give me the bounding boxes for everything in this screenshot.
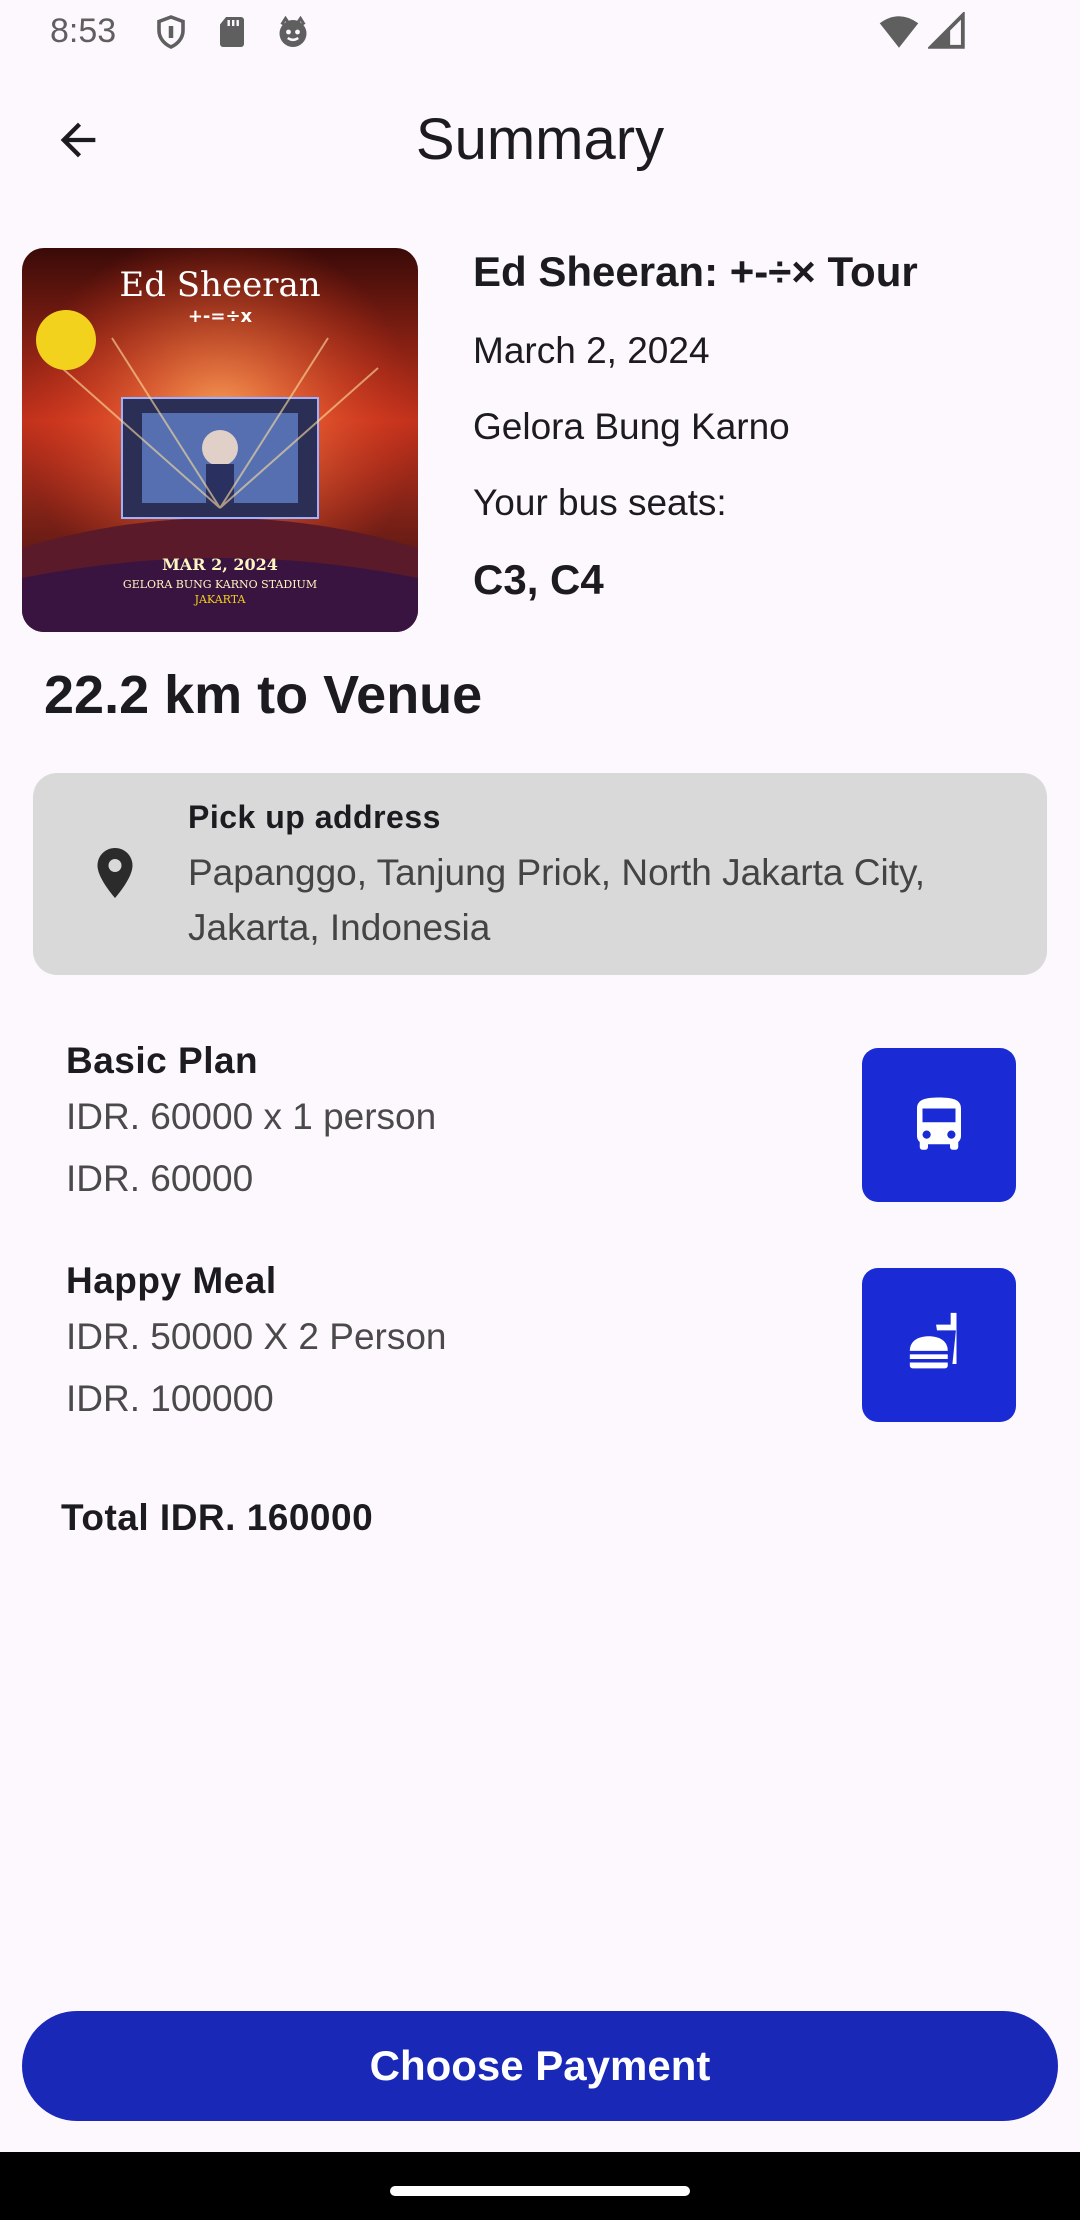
event-info: Ed Sheeran: +-÷× Tour March 2, 2024 Gelo… [473, 244, 1063, 608]
sd-card-icon [220, 17, 244, 47]
svg-text:GELORA BUNG KARNO STADIUM: GELORA BUNG KARNO STADIUM [123, 578, 317, 591]
signal-icon [928, 12, 965, 49]
pickup-address-card: Pick up address Papanggo, Tanjung Priok,… [33, 773, 1047, 975]
bus-icon [917, 1097, 961, 1150]
svg-text:+-=÷x: +-=÷x [188, 306, 253, 327]
app-bar: Summary [0, 80, 1080, 200]
total-price: Total IDR. 160000 [61, 1497, 374, 1538]
pickup-address: Papanggo, Tanjung Priok, North Jakarta C… [188, 852, 925, 948]
fastfood-icon-tile [862, 1268, 1016, 1422]
event-title: Ed Sheeran: +-÷× Tour [473, 248, 918, 295]
navigation-bar [0, 2152, 1080, 2220]
pickup-label: Pick up address [188, 799, 441, 835]
event-date: March 2, 2024 [473, 330, 710, 371]
svg-text:MAR 2, 2024: MAR 2, 2024 [162, 555, 278, 574]
svg-text:JAKARTA: JAKARTA [194, 593, 247, 606]
plan-item-basic: Basic Plan IDR. 60000 x 1 person IDR. 60… [66, 1036, 1016, 1206]
fastfood-icon [909, 1312, 957, 1369]
page-title: Summary [415, 107, 665, 172]
event-venue: Gelora Bung Karno [473, 406, 790, 447]
shield-icon [157, 15, 185, 49]
bus-icon-tile [862, 1048, 1016, 1202]
location-pin-icon [97, 848, 133, 898]
home-indicator[interactable] [390, 2186, 690, 2196]
wifi-icon [879, 16, 919, 48]
arrow-back-icon [60, 122, 96, 158]
back-button[interactable] [40, 102, 116, 178]
distance-to-venue: 22.2 km to Venue [44, 665, 483, 725]
plan-item-happy-meal: Happy Meal IDR. 50000 X 2 Person IDR. 10… [66, 1256, 1016, 1426]
summary-screen: 8:53 Summary Ed Sheeran +-=÷x MAR 2, 202… [0, 0, 1080, 2220]
choose-payment-button[interactable]: Choose Payment [22, 2011, 1058, 2121]
event-poster-image: Ed Sheeran +-=÷x MAR 2, 2024 GELORA BUNG… [22, 248, 418, 632]
bus-seats-value: C3, C4 [473, 556, 604, 603]
status-time: 8:53 [50, 12, 117, 50]
svg-text:Ed Sheeran: Ed Sheeran [119, 265, 320, 305]
face-icon [279, 15, 307, 47]
bus-seats-label: Your bus seats: [473, 482, 727, 523]
status-bar: 8:53 [0, 0, 1080, 64]
